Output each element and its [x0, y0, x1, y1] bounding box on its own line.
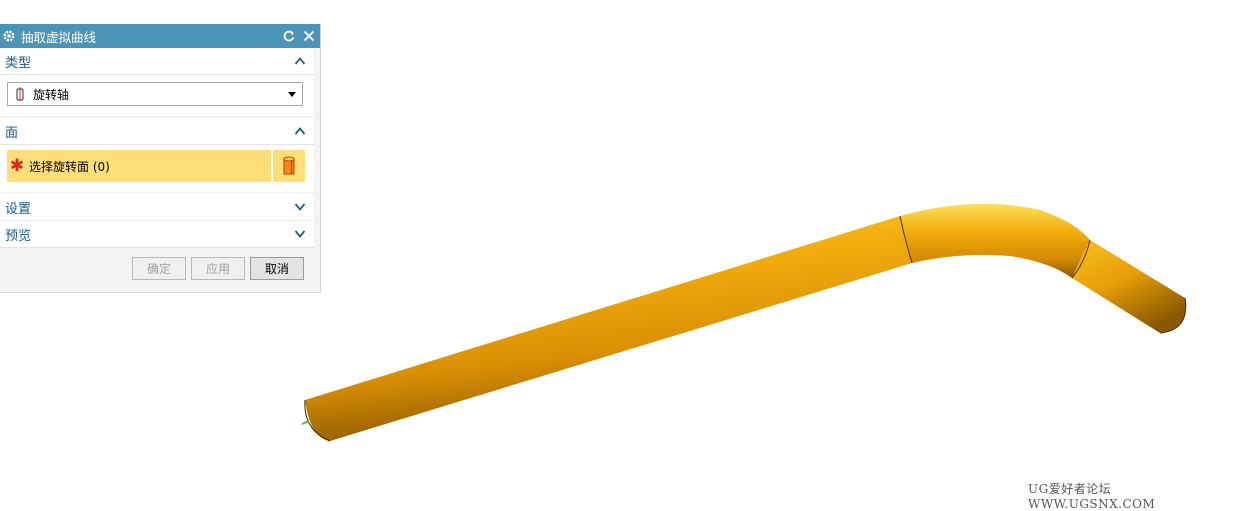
ok-button[interactable]: 确定 [132, 257, 186, 280]
dropdown-arrow-icon[interactable] [284, 91, 300, 97]
pipe-straight-segment[interactable] [305, 216, 912, 441]
section-header-settings[interactable]: 设置 [0, 194, 314, 221]
cylinder-face-icon [283, 156, 295, 175]
chevron-up-icon[interactable] [292, 123, 308, 139]
gear-icon [0, 27, 18, 45]
type-dropdown-value: 旋转轴 [33, 87, 70, 102]
section-preview: 预览 [0, 220, 314, 248]
forum-watermark: UG爱好者论坛 WWW.UGSNX.COM [1028, 482, 1156, 511]
axis-marker [301, 420, 310, 425]
section-label: 面 [5, 125, 19, 141]
select-face-label: 选择旋转面 (0) [29, 159, 110, 174]
select-face-row[interactable]: ✱ 选择旋转面 (0) [7, 150, 271, 182]
section-label: 预览 [5, 228, 32, 244]
section-label: 类型 [5, 55, 32, 71]
bent-pipe-model[interactable] [301, 203, 1187, 442]
cancel-button[interactable]: 取消 [250, 257, 304, 280]
required-asterisk-icon: ✱ [9, 156, 25, 176]
section-header-type[interactable]: 类型 [0, 48, 314, 75]
chevron-down-icon[interactable] [292, 199, 308, 215]
select-face-button[interactable] [273, 150, 305, 182]
section-settings: 设置 [0, 192, 314, 221]
close-icon[interactable] [300, 27, 318, 45]
reset-icon[interactable] [280, 27, 298, 45]
section-header-face[interactable]: 面 [0, 118, 314, 145]
apply-button[interactable]: 应用 [191, 257, 245, 280]
revolve-axis-icon [15, 86, 27, 102]
pipe-bend-segment[interactable] [900, 203, 1090, 278]
section-header-preview[interactable]: 预览 [0, 221, 314, 248]
chevron-up-icon[interactable] [292, 53, 308, 69]
dialog-titlebar: 抽取虚拟曲线 [0, 24, 320, 48]
pipe-end-segment[interactable] [1072, 240, 1186, 333]
dialog-title: 抽取虚拟曲线 [21, 29, 97, 45]
chevron-down-icon[interactable] [292, 226, 308, 242]
extract-virtual-curve-dialog: 抽取虚拟曲线 类型 旋转轴 面 ✱ 选择旋转面 (0) 设置 预览 确定 应用 … [0, 24, 321, 293]
type-dropdown[interactable]: 旋转轴 [7, 82, 303, 106]
section-label: 设置 [5, 201, 32, 217]
